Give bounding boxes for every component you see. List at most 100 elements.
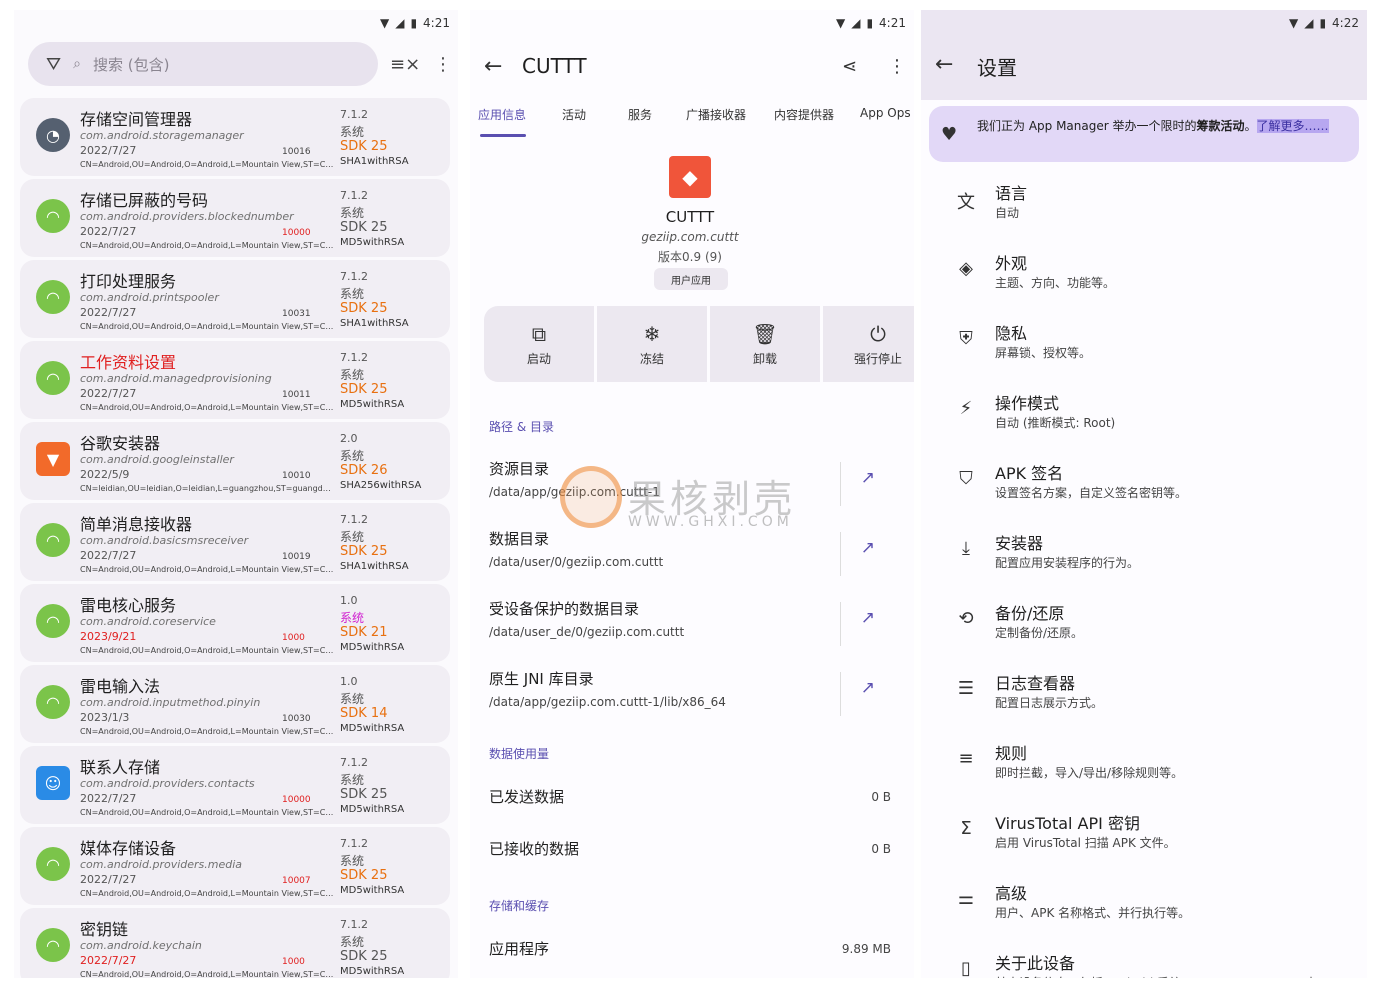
open-external-icon[interactable]: ↗ (861, 468, 875, 488)
tab-services[interactable]: 服务 (628, 106, 652, 123)
signal-icon: ◢ (1304, 16, 1314, 30)
app-version: 7.1.2 (340, 108, 368, 121)
app-package: com.android.managedprovisioning (80, 372, 272, 385)
settings-item-title: APK 签名 (995, 464, 1064, 483)
tab-activities[interactable]: 活动 (562, 106, 586, 123)
settings-item[interactable]: ⛉ APK 签名 设置签名方案，自定义签名密钥等。 (921, 456, 1367, 516)
action-bar: ⧉ 启动 ❄ 冻结 🗑 卸载 ⏻ 强行停止 (484, 306, 914, 382)
app-name: 雷电核心服务 (80, 596, 177, 615)
open-external-icon[interactable]: ↗ (861, 678, 875, 698)
android-icon: ◠ (36, 928, 70, 962)
list-icon: ☰ (957, 678, 975, 699)
settings-item[interactable]: ⚌ 高级 用户、APK 名称格式、并行执行等。 (921, 876, 1367, 936)
app-date: 2022/5/9 (80, 468, 130, 481)
launch-icon: ⧉ (531, 321, 547, 346)
force-stop-button[interactable]: ⏻ 强行停止 (823, 306, 914, 382)
storage-section-header: 存储和缓存 (489, 899, 550, 913)
tab-app-info[interactable]: 应用信息 (478, 106, 526, 123)
settings-item[interactable]: ☰ 日志查看器 配置日志展示方式。 (921, 666, 1367, 726)
app-version: 7.1.2 (340, 513, 368, 526)
settings-item[interactable]: ≡ 规则 即时拦截，导入/导出/移除规则等。 (921, 736, 1367, 796)
app-signature-algorithm: MD5withRSA (340, 642, 405, 653)
settings-item[interactable]: ◈ 外观 主题、方向、功能等。 (921, 246, 1367, 306)
app-name: 密钥链 (80, 920, 129, 939)
settings-item[interactable]: ⤓ 安装器 配置应用安装程序的行为。 (921, 526, 1367, 586)
freeze-button[interactable]: ❄ 冻结 (597, 306, 707, 382)
tab-providers[interactable]: 内容提供器 (774, 106, 834, 123)
more-options-icon[interactable]: ⋮ (434, 54, 452, 75)
open-external-icon[interactable]: ↗ (861, 608, 875, 628)
app-version: 7.1.2 (340, 756, 368, 769)
divider (840, 602, 841, 646)
phone-icon: ▯ (961, 958, 971, 978)
back-arrow-icon[interactable]: ← (935, 52, 953, 77)
app-list-item[interactable]: ▼ 谷歌安装器 com.android.googleinstaller 2022/5/… (20, 422, 450, 500)
settings-item-title: 安装器 (995, 534, 1044, 553)
app-list-item[interactable]: ◠ 简单消息接收器 com.android.basicsmsreceiver 2022… (20, 503, 450, 581)
app-type: 系统 (340, 287, 365, 301)
path-item-data[interactable]: 数据目录 /data/user/0/geziip.com.cuttt ↗ (489, 528, 909, 584)
app-uid: 10019 (282, 552, 311, 562)
settings-item-title: 备份/还原 (995, 604, 1065, 623)
search-bar[interactable]: ⛛ ⌕ 搜索 (包含) (28, 42, 378, 86)
settings-item[interactable]: Σ VirusTotal API 密钥 启用 VirusTotal 扫描 APK 文… (921, 806, 1367, 866)
batch-ops-icon[interactable]: ≡× (390, 54, 420, 75)
app-storage-row[interactable]: 应用程序 9.89 MB (489, 938, 891, 959)
path-item-resources[interactable]: 资源目录 /data/app/geziip.com.cuttt-1 ↗ (489, 458, 909, 514)
app-uid: 1000 (282, 957, 305, 967)
app-sdk: SDK 25 (340, 301, 388, 316)
app-list-item[interactable]: ◠ 存储已屏蔽的号码 com.android.providers.blockednu… (20, 179, 450, 257)
app-signature-algorithm: SHA1withRSA (340, 561, 409, 572)
app-list-item[interactable]: ◠ 雷电输入法 com.android.inputmethod.pinyin 2023… (20, 665, 450, 743)
app-certificate: CN=Android,OU=Android,O=Android,L=Mounta… (80, 727, 334, 736)
settings-item-title: 关于此设备 (995, 954, 1076, 973)
fundraising-banner[interactable]: ♥ 我们正为 App Manager 举办一个限时的筹款活动。了解更多…… (929, 106, 1359, 162)
settings-item[interactable]: ⟲ 备份/还原 定制备份/还原。 (921, 596, 1367, 656)
path-item-jni[interactable]: 原生 JNI 库目录 /data/app/geziip.com.cuttt-1/… (489, 668, 909, 724)
power-icon: ⏻ (870, 321, 886, 346)
filter-icon[interactable]: ⛛ (46, 54, 61, 75)
app-certificate: CN=Android,OU=Android,O=Android,L=Mounta… (80, 808, 334, 817)
app-certificate: CN=Android,OU=Android,O=Android,L=Mounta… (80, 970, 334, 978)
settings-screen: ▼ ◢ ▮ 4:22 ← 设置 ♥ 我们正为 App Manager 举办一个限… (921, 10, 1367, 978)
app-signature-algorithm: MD5withRSA (340, 237, 405, 248)
settings-item[interactable]: ⛨ 隐私 屏幕锁、授权等。 (921, 316, 1367, 376)
settings-item[interactable]: ▯ 关于此设备基本设备信息，包括 Android 系统、CPU、GPU、RAM、电 (921, 946, 1367, 978)
more-options-icon[interactable]: ⋮ (888, 56, 906, 77)
settings-item[interactable]: 文 语言 自动 (921, 176, 1367, 236)
status-time: 4:21 (423, 16, 450, 30)
open-external-icon[interactable]: ↗ (861, 538, 875, 558)
tab-app-ops[interactable]: App Ops (860, 106, 911, 120)
app-sdk: SDK 25 (340, 139, 388, 154)
app-list-item[interactable]: ◠ 雷电核心服务 com.android.coreservice 2023/9/21 1… (20, 584, 450, 662)
app-list-item[interactable]: ☺ 联系人存储 com.android.providers.contacts 2022… (20, 746, 450, 824)
launch-button[interactable]: ⧉ 启动 (484, 306, 594, 382)
app-logo-icon: ◆ (669, 156, 711, 198)
app-sdk: SDK 25 (340, 868, 388, 883)
received-data-row: 已接收的数据 0 B (489, 840, 891, 858)
settings-item[interactable]: ⚡ 操作模式 自动 (推断模式: Root) (921, 386, 1367, 446)
app-certificate: CN=Android,OU=Android,O=Android,L=Mounta… (80, 565, 334, 574)
app-list-item[interactable]: ◠ 打印处理服务 com.android.printspooler 2022/7/27… (20, 260, 450, 338)
app-date: 2022/7/27 (80, 225, 137, 238)
share-icon[interactable]: ⋖ (842, 56, 857, 77)
tab-receivers[interactable]: 广播接收器 (686, 106, 746, 123)
app-list-item[interactable]: ◠ 媒体存储设备 com.android.providers.media 2022/7… (20, 827, 450, 905)
app-list-item[interactable]: ◠ 密钥链 com.android.keychain 2022/7/27 1000 CN=… (20, 908, 450, 978)
rules-icon: ≡ (958, 748, 974, 769)
app-date: 2022/7/27 (80, 306, 137, 319)
app-package: com.android.printspooler (80, 291, 219, 304)
app-list-item[interactable]: ◔ 存储空间管理器 com.android.storagemanager 2022/7… (20, 98, 450, 176)
app-type: 系统 (340, 611, 365, 625)
search-input[interactable]: 搜索 (包含) (93, 54, 169, 75)
settings-item-title: 语言 (995, 184, 1028, 203)
learn-more-link[interactable]: 了解更多…… (1256, 119, 1329, 133)
path-item-protected-data[interactable]: 受设备保护的数据目录 /data/user_de/0/geziip.com.cu… (489, 598, 909, 654)
uninstall-button[interactable]: 🗑 卸载 (710, 306, 820, 382)
app-date: 2022/7/27 (80, 954, 137, 967)
app-uid: 1000 (282, 633, 305, 643)
app-uid: 10000 (282, 228, 311, 238)
app-list-item[interactable]: ◠ 工作资料设置 com.android.managedprovisioning 20… (20, 341, 450, 419)
battery-icon: ▮ (866, 16, 874, 30)
back-arrow-icon[interactable]: ← (484, 54, 502, 79)
